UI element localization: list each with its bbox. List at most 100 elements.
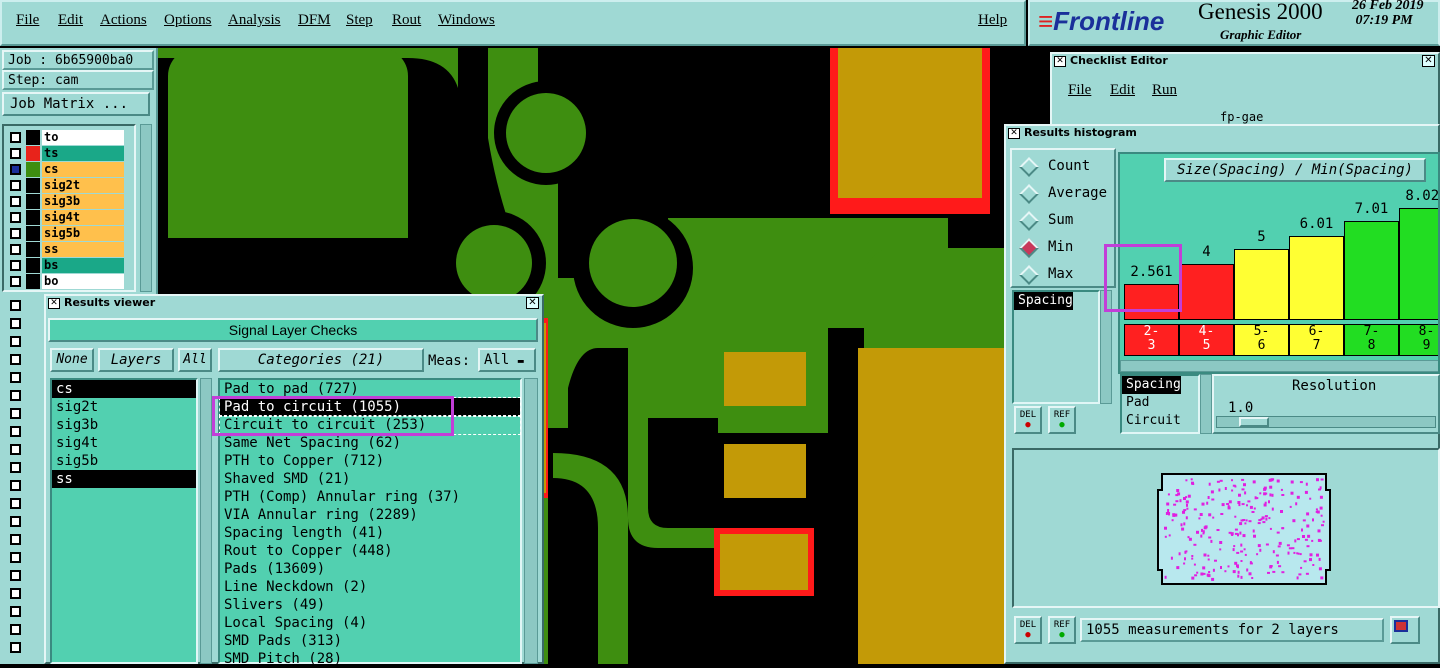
none-button[interactable]: None [50, 348, 94, 372]
category-item[interactable]: Pads (13609) [220, 560, 520, 578]
layer-row-sig2t[interactable]: sig2t [6, 178, 124, 193]
histogram-bar[interactable] [1179, 264, 1234, 320]
window-menu-icon[interactable]: ✕ [48, 298, 60, 309]
bar-range-label[interactable]: 6- 7 [1289, 324, 1344, 356]
layer-checkbox[interactable] [10, 480, 21, 491]
window-menu-icon[interactable]: ✕ [1054, 56, 1066, 67]
layer-checkbox[interactable] [10, 132, 21, 143]
results-layer-item[interactable]: ss [52, 470, 196, 488]
layer-checkbox[interactable] [10, 354, 21, 365]
layer-name[interactable]: sig2t [42, 178, 124, 193]
layer-checkbox[interactable] [10, 148, 21, 159]
histogram-bar[interactable] [1344, 221, 1399, 320]
layer-checkbox[interactable] [10, 642, 21, 653]
layer-checkbox[interactable] [10, 318, 21, 329]
checklist-menu-file[interactable]: File [1068, 82, 1091, 99]
layer-checkbox[interactable] [10, 336, 21, 347]
checklist-menu-edit[interactable]: Edit [1110, 82, 1135, 99]
measure-item[interactable]: Spacing [1014, 292, 1073, 310]
category-item[interactable]: Rout to Copper (448) [220, 542, 520, 560]
board-preview[interactable] [1012, 448, 1440, 608]
histogram-bar[interactable] [1399, 208, 1438, 320]
menu-file[interactable]: File [16, 12, 39, 29]
checklist-item[interactable]: fp-gae [1220, 110, 1263, 124]
preview-del-button[interactable]: DEL ● [1014, 616, 1042, 644]
results-layer-item[interactable]: sig4t [52, 434, 196, 452]
mode-radio-count[interactable] [1019, 157, 1039, 177]
mode-radio-min[interactable] [1019, 238, 1039, 258]
layer-checkbox[interactable] [10, 228, 21, 239]
category-item[interactable]: SMD Pads (313) [220, 632, 520, 650]
histogram-bar[interactable] [1289, 236, 1344, 320]
bar-range-label[interactable]: 4- 5 [1179, 324, 1234, 356]
layer-row-ts[interactable]: ts [6, 146, 124, 161]
layers-button[interactable]: Layers [98, 348, 174, 372]
layer-row-ss[interactable]: ss [6, 242, 124, 257]
sub-list-item[interactable]: Spacing [1122, 376, 1181, 394]
zoom-fit-icon[interactable] [1390, 616, 1420, 644]
layer-checkbox[interactable] [10, 244, 21, 255]
layer-name[interactable]: sig4t [42, 210, 124, 225]
sub-list-item[interactable]: Circuit [1122, 412, 1198, 430]
layer-checkbox[interactable] [10, 606, 21, 617]
layer-checkbox[interactable] [10, 588, 21, 599]
layer-name[interactable]: ts [42, 146, 124, 161]
layer-row-sig3b[interactable]: sig3b [6, 194, 124, 209]
layer-checkbox[interactable] [10, 390, 21, 401]
close-icon[interactable]: ✕ [526, 297, 539, 309]
results-layer-item[interactable]: sig3b [52, 416, 196, 434]
histogram-measure-list[interactable]: Spacing [1012, 290, 1100, 404]
layer-checkbox[interactable] [10, 276, 21, 287]
layer-row-sig5b[interactable]: sig5b [6, 226, 124, 241]
layer-name[interactable]: to [42, 130, 124, 145]
results-layer-scrollbar[interactable] [200, 378, 212, 664]
layer-checkbox[interactable] [10, 552, 21, 563]
resolution-slider[interactable] [1216, 416, 1436, 428]
category-item[interactable]: Local Spacing (4) [220, 614, 520, 632]
sub-list-item[interactable]: Pad [1122, 394, 1198, 412]
category-item[interactable]: Spacing length (41) [220, 524, 520, 542]
layer-checkbox[interactable] [10, 516, 21, 527]
layer-name[interactable]: bo [42, 274, 124, 289]
layer-name[interactable]: ss [42, 242, 124, 257]
category-scrollbar[interactable] [524, 378, 538, 664]
menu-analysis[interactable]: Analysis [228, 12, 281, 29]
layer-checkbox[interactable] [10, 534, 21, 545]
histogram-titlebar[interactable]: ✕ Results histogram [1006, 126, 1438, 142]
layer-checkbox[interactable] [10, 196, 21, 207]
category-item[interactable]: Same Net Spacing (62) [220, 434, 520, 452]
results-layer-item[interactable]: sig5b [52, 452, 196, 470]
slider-thumb[interactable] [1239, 417, 1269, 427]
layer-list-scrollbar[interactable] [140, 124, 152, 292]
layer-checkbox[interactable] [10, 498, 21, 509]
window-menu-icon[interactable]: ✕ [1008, 128, 1020, 139]
layer-checkbox[interactable] [10, 164, 21, 175]
layer-row-cs[interactable]: cs [6, 162, 124, 177]
category-item[interactable]: Slivers (49) [220, 596, 520, 614]
results-layer-item[interactable]: sig2t [52, 398, 196, 416]
histogram-bar[interactable] [1234, 249, 1289, 320]
layer-checkbox[interactable] [10, 444, 21, 455]
layer-checkbox[interactable] [10, 300, 21, 311]
layer-checkbox[interactable] [10, 624, 21, 635]
del-button[interactable]: DEL ● [1014, 406, 1042, 434]
layer-checkbox[interactable] [10, 260, 21, 271]
checklist-menu-run[interactable]: Run [1152, 82, 1177, 99]
layer-checkbox[interactable] [10, 372, 21, 383]
layer-name[interactable]: sig5b [42, 226, 124, 241]
category-item[interactable]: SMD Pitch (28) [220, 650, 520, 668]
layer-row-to[interactable]: to [6, 130, 124, 145]
menu-actions[interactable]: Actions [100, 12, 147, 29]
job-matrix-button[interactable]: Job Matrix ... [2, 92, 150, 116]
results-layer-list[interactable]: cs sig2t sig3b sig4t sig5b ss [50, 378, 198, 664]
category-item[interactable]: PTH (Comp) Annular ring (37) [220, 488, 520, 506]
layer-row-bo[interactable]: bo [6, 274, 124, 289]
menu-windows[interactable]: Windows [438, 12, 495, 29]
results-viewer-titlebar[interactable]: ✕ Results viewer ✕ [46, 296, 542, 312]
sub-list-scrollbar[interactable] [1200, 374, 1212, 434]
all-layers-button[interactable]: All [178, 348, 212, 372]
layer-checkbox[interactable] [10, 462, 21, 473]
bar-range-label[interactable]: 7- 8 [1344, 324, 1399, 356]
close-icon[interactable]: ✕ [1422, 55, 1435, 67]
histogram-sub-list[interactable]: Spacing Pad Circuit [1120, 374, 1200, 434]
